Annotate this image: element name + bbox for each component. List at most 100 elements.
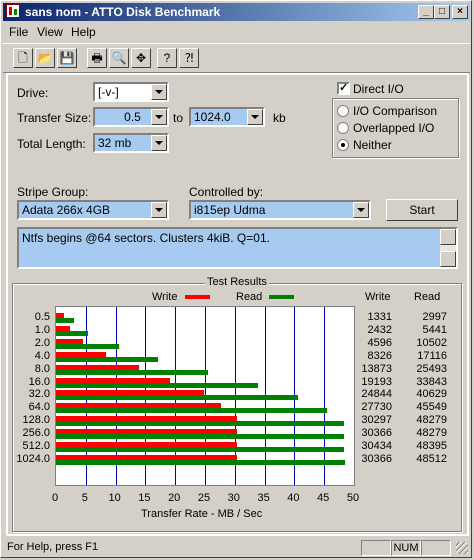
category-label: 32.0 [28, 388, 50, 401]
category-label: 256.0 [22, 427, 50, 440]
read-bar [56, 447, 345, 452]
transfer-size-label: Transfer Size: [17, 111, 92, 125]
write-value: 13873 [361, 362, 392, 375]
x-tick-label: 45 [317, 492, 330, 504]
status-help-text: For Help, press F1 [7, 541, 99, 553]
write-value: 19193 [361, 375, 392, 388]
new-icon[interactable]: 🗋 [13, 48, 33, 68]
menu-help[interactable]: Help [71, 25, 96, 39]
status-panel-caps [361, 540, 391, 556]
window-title: sans nom - ATTO Disk Benchmark [25, 5, 221, 19]
move-icon[interactable]: ✥ [131, 48, 151, 68]
read-bar [56, 395, 299, 401]
read-value: 2997 [422, 311, 447, 323]
read-bar [56, 421, 344, 427]
menu-file[interactable]: File [9, 25, 28, 39]
neither-label[interactable]: Neither [353, 138, 392, 152]
write-value: 4596 [367, 336, 392, 349]
category-label: 2.0 [34, 336, 50, 349]
scroll-down-icon[interactable] [440, 251, 456, 267]
status-num: NUM [391, 540, 421, 556]
toolbar: 🗋 📂 💾 🖶 🔍 ✥ ? ⁈ [3, 43, 470, 73]
minimize-button[interactable]: _ [418, 5, 434, 19]
read-bar [56, 459, 346, 465]
direct-io-label[interactable]: Direct I/O [353, 82, 404, 96]
print-preview-icon[interactable]: 🔍 [109, 48, 129, 68]
description-textarea[interactable]: Ntfs begins @64 sectors. Clusters 4kiB. … [17, 227, 458, 269]
overlapped-io-label[interactable]: Overlapped I/O [353, 121, 434, 135]
start-button[interactable]: Start [386, 199, 458, 221]
app-icon [6, 4, 20, 18]
write-column-header: Write [365, 291, 391, 303]
write-value: 1331 [367, 311, 392, 323]
direct-io-checkbox[interactable] [337, 81, 350, 95]
io-comparison-label[interactable]: I/O Comparison [353, 104, 437, 118]
stripe-group-value: Adata 266x 4GB [22, 203, 111, 217]
write-value: 24844 [361, 388, 392, 401]
context-help-icon[interactable]: ⁈ [179, 48, 199, 68]
write-value: 27730 [361, 401, 392, 414]
chevron-down-icon[interactable] [151, 109, 167, 125]
io-comparison-radio[interactable] [337, 105, 349, 117]
transfer-from-select[interactable]: 0.5 [93, 107, 169, 127]
maximize-button[interactable]: □ [434, 5, 450, 19]
x-tick-label: 30 [227, 492, 240, 504]
x-tick-label: 10 [108, 492, 121, 504]
x-tick-label: 20 [168, 492, 181, 504]
legend-write-swatch [185, 295, 210, 299]
test-results-title: Test Results [205, 276, 269, 288]
read-value: 10502 [416, 336, 447, 349]
title-bar: sans nom - ATTO Disk Benchmark _ □ × [3, 3, 470, 21]
overlapped-io-radio[interactable] [337, 122, 349, 134]
chevron-down-icon[interactable] [151, 135, 167, 151]
x-tick-label: 40 [287, 492, 300, 504]
category-label: 8.0 [34, 362, 50, 375]
chevron-down-icon[interactable] [247, 109, 263, 125]
stripe-group-label: Stripe Group: [17, 185, 89, 199]
read-value: 45549 [416, 401, 447, 414]
menu-view[interactable]: View [37, 25, 63, 39]
chevron-down-icon[interactable] [353, 202, 369, 218]
legend-read-label: Read [236, 291, 263, 303]
open-icon[interactable]: 📂 [35, 48, 55, 68]
controlled-by-select[interactable]: i815ep Udma [189, 200, 371, 220]
write-value: 8326 [367, 349, 392, 362]
drive-select[interactable]: [-v-] [93, 82, 169, 102]
stripe-group-select[interactable]: Adata 266x 4GB [17, 200, 169, 220]
legend-read-swatch [269, 295, 294, 299]
total-length-label: Total Length: [17, 137, 86, 151]
read-bar [56, 408, 328, 414]
status-bar: For Help, press F1 NUM [3, 538, 470, 556]
read-column-header: Read [414, 291, 441, 303]
x-tick-label: 50 [346, 492, 360, 504]
transfer-to-select[interactable]: 1024.0 [189, 107, 265, 127]
chevron-down-icon[interactable] [151, 84, 167, 100]
print-icon[interactable]: 🖶 [87, 48, 107, 68]
write-value: 2432 [367, 323, 392, 336]
write-value: 30366 [361, 452, 392, 465]
read-bar [56, 382, 258, 388]
drive-value: [-v-] [98, 85, 119, 99]
write-value: 30434 [361, 440, 392, 452]
description-scrollbar[interactable] [440, 229, 456, 267]
read-value: 40629 [416, 388, 447, 401]
read-value: 48512 [416, 452, 447, 465]
x-tick-label: 15 [138, 492, 151, 504]
category-label: 1024.0 [16, 452, 50, 465]
controlled-by-label: Controlled by: [189, 185, 264, 199]
to-label: to [173, 111, 184, 125]
help-icon[interactable]: ? [157, 48, 177, 68]
category-label: 64.0 [28, 401, 50, 414]
close-button[interactable]: × [452, 5, 468, 19]
read-bar [56, 356, 158, 362]
resize-grip-icon[interactable] [456, 542, 468, 554]
neither-radio[interactable] [337, 139, 349, 151]
x-tick-label: 25 [197, 492, 211, 504]
scroll-up-icon[interactable] [440, 229, 456, 245]
chevron-down-icon[interactable] [151, 202, 167, 218]
total-length-select[interactable]: 32 mb [93, 133, 169, 153]
x-tick-label: 35 [257, 492, 270, 504]
save-icon[interactable]: 💾 [57, 48, 77, 68]
grid-line [324, 307, 325, 485]
read-bar [56, 330, 89, 336]
